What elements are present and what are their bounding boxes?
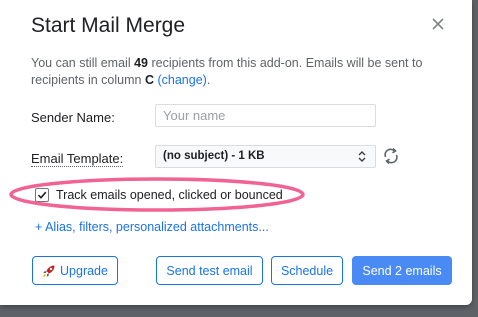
quota-info: You can still email 49 recipients from t… <box>31 55 451 89</box>
schedule-button[interactable]: Schedule <box>271 256 343 285</box>
select-arrows-icon <box>358 151 366 162</box>
checkmark-icon <box>37 191 47 199</box>
remaining-count: 49 <box>134 56 148 70</box>
close-icon <box>432 18 444 30</box>
track-emails-label: Track emails opened, clicked or bounced <box>56 188 283 202</box>
mail-merge-dialog: Start Mail Merge You can still email 49 … <box>0 0 472 305</box>
info-text-1: You can still email <box>31 56 135 70</box>
more-options-link[interactable]: + Alias, filters, personalized attachmen… <box>35 220 269 234</box>
sender-name-input[interactable] <box>155 104 376 127</box>
refresh-icon <box>384 147 398 165</box>
recipient-column: C <box>144 73 154 87</box>
upgrade-button[interactable]: Upgrade <box>32 256 118 285</box>
send-test-email-button[interactable]: Send test email <box>156 256 263 285</box>
email-template-value: (no subject) - 1 KB <box>163 150 265 162</box>
upgrade-label: Upgrade <box>60 263 108 278</box>
info-text-3: . <box>206 73 211 87</box>
email-template-label: Email Template: <box>31 151 124 167</box>
dialog-title: Start Mail Merge <box>31 14 186 37</box>
email-template-select[interactable]: (no subject) - 1 KB <box>155 145 376 168</box>
refresh-templates-button[interactable] <box>381 146 401 166</box>
sender-name-label: Sender Name: <box>31 110 115 125</box>
track-emails-checkbox[interactable] <box>35 188 49 202</box>
send-emails-button[interactable]: Send 2 emails <box>352 256 452 285</box>
rocket-icon <box>42 265 55 277</box>
change-column-link[interactable]: (change) <box>157 73 206 87</box>
close-button[interactable] <box>428 14 448 34</box>
